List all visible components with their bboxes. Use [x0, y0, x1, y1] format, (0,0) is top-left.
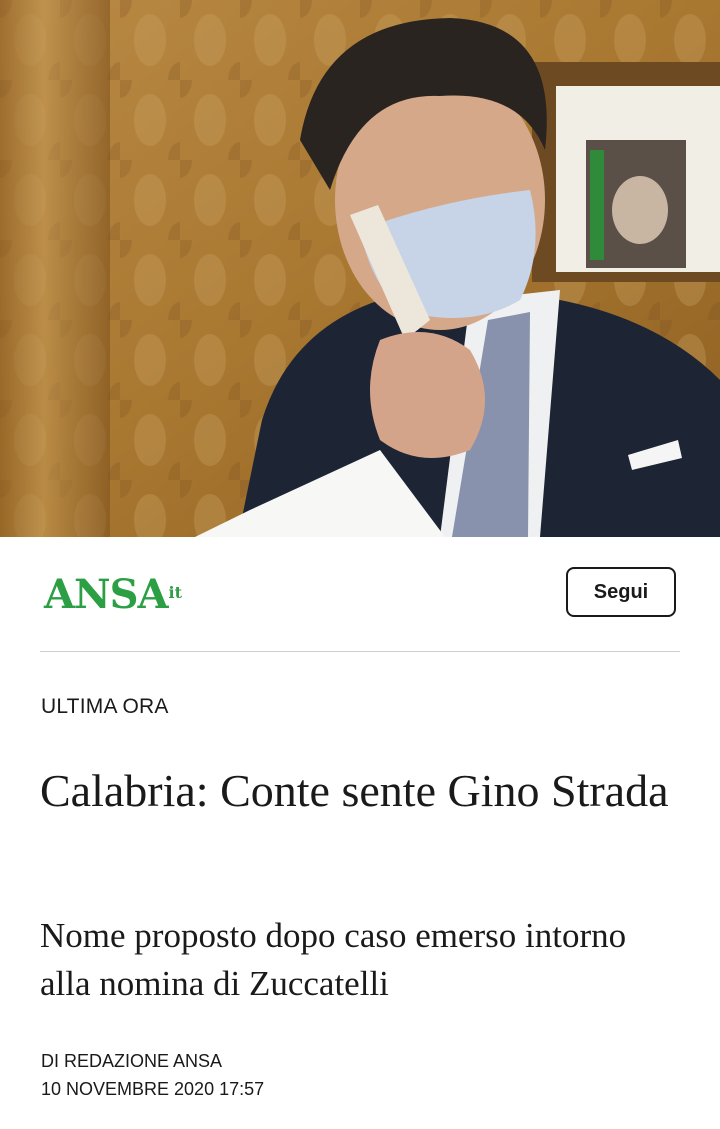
- article-subheadline: Nome proposto dopo caso emerso intorno a…: [40, 916, 627, 1003]
- article-headline: Calabria: Conte sente Gino Strada: [40, 765, 669, 816]
- ansa-logo[interactable]: ANSA it: [44, 573, 182, 617]
- hero-photo-illustration: [0, 0, 720, 537]
- logo-suffix-text: it: [168, 583, 182, 602]
- follow-button[interactable]: Segui: [566, 567, 676, 617]
- article-kicker: ULTIMA ORA: [41, 695, 169, 718]
- divider: [40, 651, 680, 652]
- article-author: DI REDAZIONE ANSA: [41, 1051, 223, 1071]
- publisher-bar: ANSA it Segui: [0, 537, 720, 652]
- article-byline: DI REDAZIONE ANSA 10 NOVEMBRE 2020 17:57: [41, 1047, 264, 1103]
- article-timestamp: 10 NOVEMBRE 2020 17:57: [41, 1079, 265, 1099]
- hero-photo: [0, 0, 720, 537]
- logo-main-text: ANSA: [44, 571, 169, 618]
